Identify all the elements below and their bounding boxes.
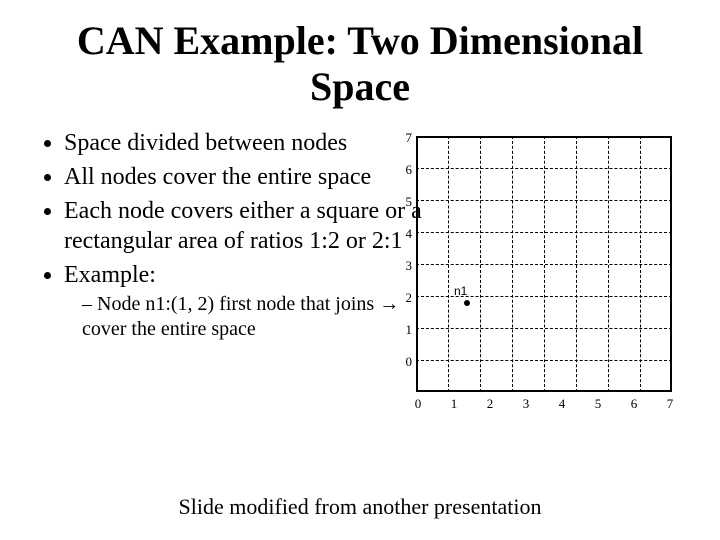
x-tick: 2 xyxy=(478,396,502,412)
bullet-item: All nodes cover the entire space xyxy=(64,162,426,192)
bullet-text: Example: xyxy=(64,262,156,288)
bullet-list: Space divided between nodes All nodes co… xyxy=(36,128,426,342)
x-tick: 0 xyxy=(406,396,430,412)
bullet-item: Space divided between nodes xyxy=(64,128,426,158)
page-title: CAN Example: Two Dimensional Space xyxy=(36,18,684,110)
content-area: Space divided between nodes All nodes co… xyxy=(36,128,684,342)
grid-chart: 7 6 5 4 3 2 1 0 0 1 2 3 4 5 6 7 n1 xyxy=(388,128,688,418)
grid-border xyxy=(416,136,672,392)
y-tick: 2 xyxy=(392,290,412,306)
y-tick: 0 xyxy=(392,354,412,370)
x-tick: 5 xyxy=(586,396,610,412)
x-tick: 6 xyxy=(622,396,646,412)
sub-bullet-text-b: cover the entire space xyxy=(82,318,256,340)
y-tick: 1 xyxy=(392,322,412,338)
bullet-item: Each node covers either a square or a re… xyxy=(64,196,426,256)
y-tick: 5 xyxy=(392,194,412,210)
x-tick: 3 xyxy=(514,396,538,412)
node-dot xyxy=(464,300,470,306)
y-tick: 4 xyxy=(392,226,412,242)
sub-bullet-text-a: Node n1:(1, 2) first node that joins xyxy=(97,293,379,315)
y-tick: 7 xyxy=(392,130,412,146)
slide: CAN Example: Two Dimensional Space Space… xyxy=(0,0,720,540)
footer-text: Slide modified from another presentation xyxy=(0,494,720,520)
y-tick: 6 xyxy=(392,162,412,178)
x-tick: 7 xyxy=(658,396,682,412)
node-label: n1 xyxy=(454,284,467,298)
sub-bullet-item: Node n1:(1, 2) first node that joins → c… xyxy=(82,292,426,342)
bullet-item: Example: Node n1:(1, 2) first node that … xyxy=(64,260,426,342)
y-tick: 3 xyxy=(392,258,412,274)
x-tick: 1 xyxy=(442,396,466,412)
sub-bullet-list: Node n1:(1, 2) first node that joins → c… xyxy=(64,292,426,342)
x-tick: 4 xyxy=(550,396,574,412)
